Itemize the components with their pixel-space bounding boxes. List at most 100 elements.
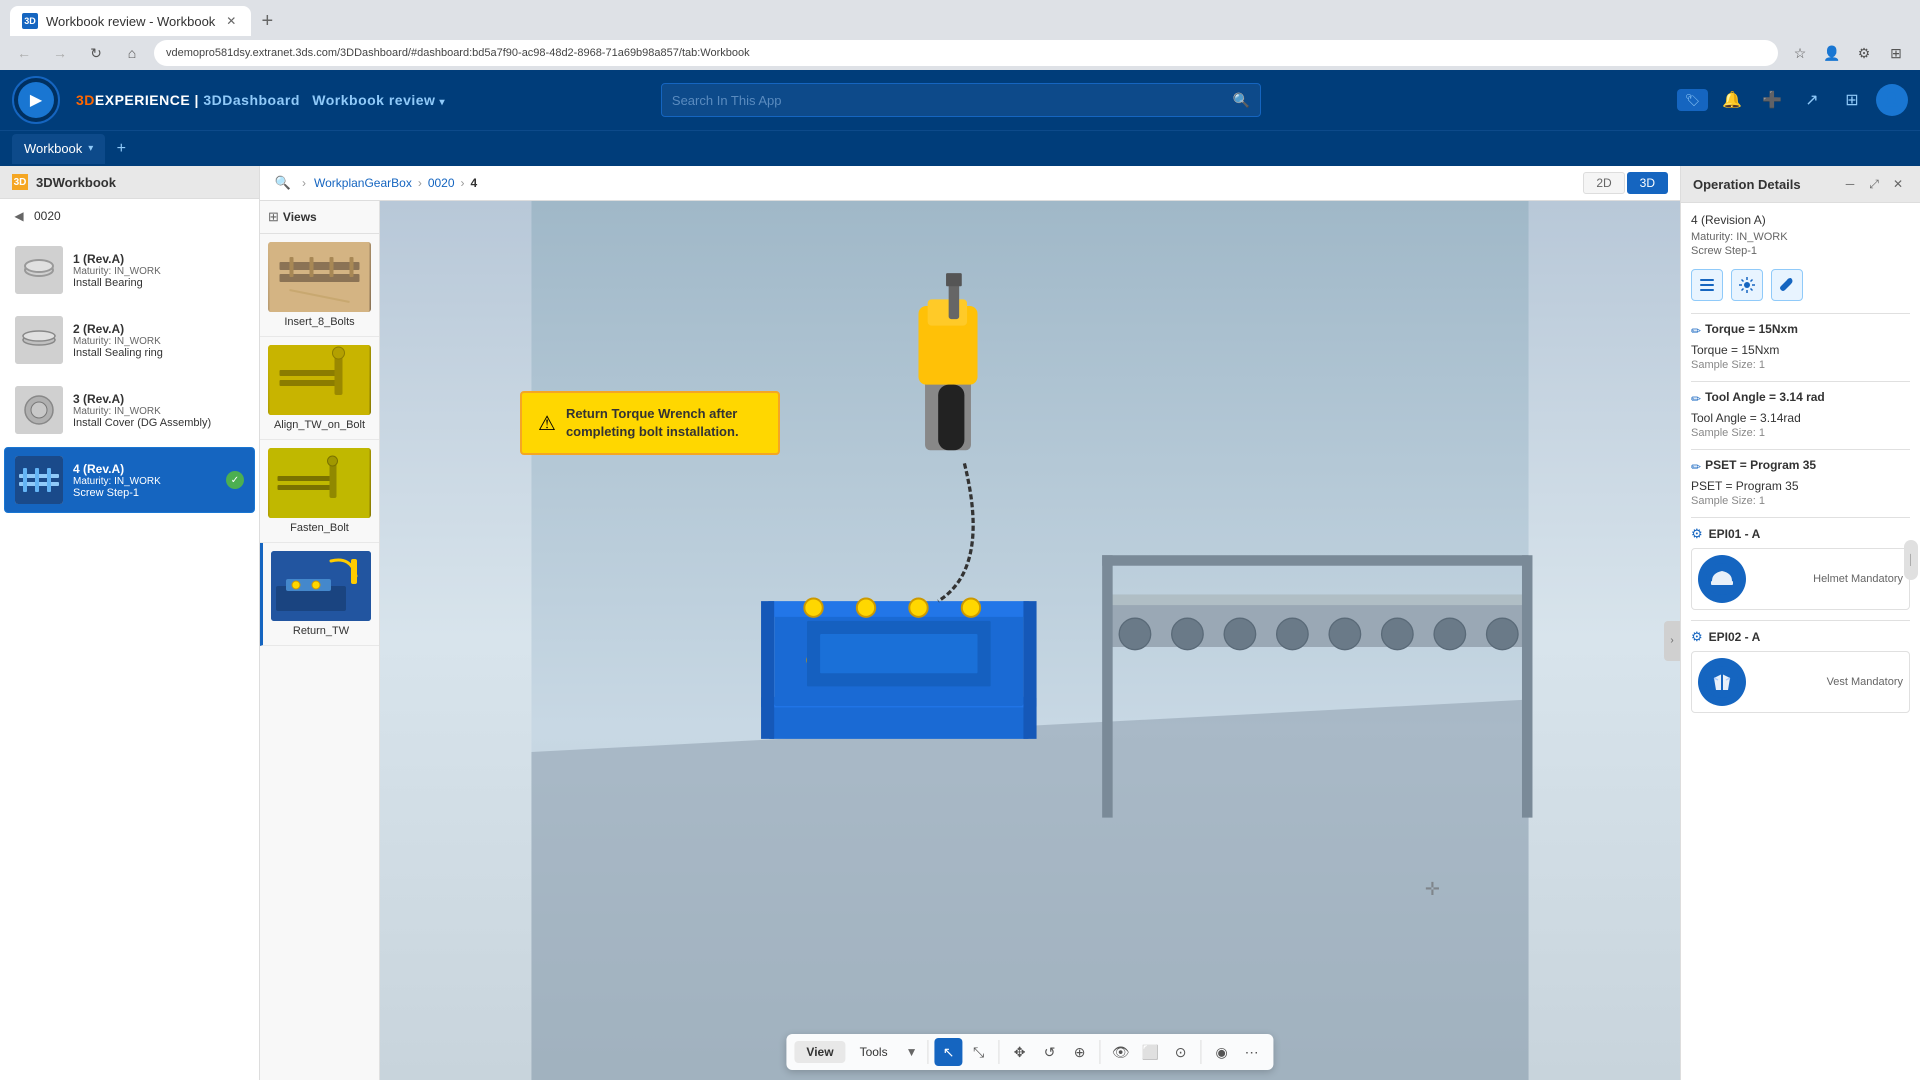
breadcrumb: WorkplanGearBox › 0020 › 4 (314, 176, 1575, 190)
breadcrumb-sep-0: › (302, 176, 306, 190)
param-tool-angle: ✏ Tool Angle = 3.14 rad Tool Angle = 3.1… (1691, 390, 1910, 439)
app-logo[interactable]: ▶ (12, 76, 60, 124)
breadcrumb-sep-1: › (418, 176, 422, 190)
brand-text: 3DEXPERIENCE | 3DDashboard Workbook revi… (76, 92, 445, 108)
toolbar-move-button[interactable]: ✥ (1006, 1038, 1034, 1066)
epi01-icon: ⚙ (1691, 526, 1703, 542)
views-grid-icon: ⊞ (268, 209, 279, 225)
tag-button[interactable]: 🏷 (1677, 89, 1708, 111)
search-input[interactable] (672, 93, 1225, 108)
url-bar[interactable]: vdemopro581dsy.extranet.3ds.com/3DDashbo… (154, 40, 1778, 66)
epi02-icon: ⚙ (1691, 629, 1703, 645)
toolbar-zoom-button[interactable]: ⊕ (1066, 1038, 1094, 1066)
add-button[interactable]: ➕ (1756, 84, 1788, 116)
step-item-4[interactable]: 4 (Rev.A) Maturity: IN_WORK Screw Step-1… (4, 447, 255, 513)
breadcrumb-0020[interactable]: 0020 (428, 176, 455, 190)
op-maturity: Maturity: IN_WORK (1691, 231, 1910, 243)
breadcrumb-workplan[interactable]: WorkplanGearBox (314, 176, 412, 190)
epi02-title: EPI02 - A (1709, 630, 1761, 644)
3d-viewport: ⚠ Return Torque Wrench after completing … (380, 201, 1680, 1080)
toolbar-more-icon[interactable]: ▼ (902, 1038, 922, 1066)
step-item-1[interactable]: 1 (Rev.A) Maturity: IN_WORK Install Bear… (4, 237, 255, 303)
expand-button[interactable]: ⤢ (1864, 174, 1884, 194)
close-panel-button[interactable]: ✕ (1888, 174, 1908, 194)
forward-button[interactable]: → (46, 39, 74, 67)
home-button[interactable]: ⌂ (118, 39, 146, 67)
extensions-button[interactable]: ⊞ (1882, 39, 1910, 67)
content-area: ⊞ Views (260, 201, 1680, 1080)
view-item-align-tw[interactable]: Align_TW_on_Bolt (260, 337, 379, 440)
view-item-insert-bolts[interactable]: Insert_8_Bolts (260, 234, 379, 337)
view-thumb-align-tw (268, 345, 371, 415)
workbook-tab[interactable]: Workbook ▾ (12, 134, 105, 164)
toolbar-cursor-button[interactable]: ↖ (935, 1038, 963, 1066)
param-angle-value: Tool Angle = 3.14rad (1691, 411, 1910, 425)
notification-button[interactable]: 🔔 (1716, 84, 1748, 116)
3d-view-button[interactable]: 3D (1627, 172, 1668, 194)
toolbar-box-button[interactable]: ⬜ (1137, 1038, 1165, 1066)
toolbar-tools-tab[interactable]: Tools (848, 1041, 900, 1063)
profile-button[interactable]: 👤 (1818, 39, 1846, 67)
toolbar-separator-1 (928, 1040, 929, 1064)
active-tab[interactable]: 3D Workbook review - Workbook ✕ (10, 6, 251, 36)
header-actions: 🏷 🔔 ➕ ↗ ⊞ 👤 (1677, 84, 1908, 116)
step-4-maturity: Maturity: IN_WORK (73, 476, 216, 487)
toolbar-eye-button[interactable]: ◉ (1208, 1038, 1236, 1066)
apps-button[interactable]: ⊞ (1836, 84, 1868, 116)
share-button[interactable]: ↗ (1796, 84, 1828, 116)
step-2-thumbnail (15, 316, 63, 364)
breadcrumb-search-icon[interactable]: 🔍 (272, 172, 294, 194)
view-name-insert-bolts: Insert_8_Bolts (268, 316, 371, 328)
step-3-thumbnail (15, 386, 63, 434)
view-toggle: 2D 3D (1583, 172, 1668, 194)
op-list-button[interactable] (1691, 269, 1723, 301)
toolbar-view3d-button[interactable]: 👁 (1107, 1038, 1135, 1066)
2d-view-button[interactable]: 2D (1583, 172, 1624, 194)
step-1-thumbnail (15, 246, 63, 294)
center-panel: 🔍 › WorkplanGearBox › 0020 › 4 2D 3D ⊞ V… (260, 166, 1680, 1080)
toolbar-separator-2 (999, 1040, 1000, 1064)
step-item-3[interactable]: 3 (Rev.A) Maturity: IN_WORK Install Cove… (4, 377, 255, 443)
minimize-button[interactable]: ─ (1840, 174, 1860, 194)
step-item-2[interactable]: 2 (Rev.A) Maturity: IN_WORK Install Seal… (4, 307, 255, 373)
toolbar-more-btn[interactable]: ⋯ (1238, 1038, 1266, 1066)
user-avatar[interactable]: 👤 (1876, 84, 1908, 116)
epi01-image (1698, 555, 1746, 603)
param-pset-sample: Sample Size: 1 (1691, 495, 1910, 507)
left-panel: 3D 3DWorkbook ◀ 0020 1 (Rev.A) Maturit (0, 166, 260, 1080)
epi02-card: Vest Mandatory (1691, 651, 1910, 713)
param-angle-header: Tool Angle = 3.14 rad (1705, 390, 1825, 404)
op-revision: 4 (Revision A) (1691, 213, 1910, 227)
settings-button[interactable]: ⚙ (1850, 39, 1878, 67)
epi02-image (1698, 658, 1746, 706)
param-torque-value: Torque = 15Nxm (1691, 343, 1910, 357)
param-torque: ✏ Torque = 15Nxm Torque = 15Nxm Sample S… (1691, 322, 1910, 371)
new-tab-button[interactable]: + (253, 7, 281, 35)
right-collapse-button[interactable]: › (1664, 621, 1680, 661)
refresh-button[interactable]: ↻ (82, 39, 110, 67)
step-3-name: 3 (Rev.A) (73, 392, 244, 406)
toolbar-joint-button[interactable]: ⤡ (965, 1038, 993, 1066)
add-tab-button[interactable]: + (109, 137, 133, 161)
toolbar-cylinder-button[interactable]: ⊙ (1167, 1038, 1195, 1066)
toolbar-view-tab[interactable]: View (794, 1041, 845, 1063)
back-button[interactable]: ← (10, 39, 38, 67)
brand-3d: 3D (76, 92, 95, 108)
right-panel-scrollbar[interactable]: │ (1904, 540, 1918, 580)
left-panel-header: 3D 3DWorkbook (0, 166, 259, 199)
workbook-tab-chevron: ▾ (88, 143, 93, 154)
step-1-info: 1 (Rev.A) Maturity: IN_WORK Install Bear… (73, 252, 244, 289)
op-step: Screw Step-1 (1691, 245, 1910, 257)
nav-prev-button[interactable]: ◀ (8, 205, 30, 227)
tab-close-button[interactable]: ✕ (223, 13, 239, 29)
param-divider-0 (1691, 313, 1910, 314)
panel-icon: 3D (12, 174, 28, 190)
step-2-label: Install Sealing ring (73, 347, 244, 359)
toolbar-rotate-button[interactable]: ↺ (1036, 1038, 1064, 1066)
epi01-card: Helmet Mandatory (1691, 548, 1910, 610)
op-wrench-button[interactable] (1771, 269, 1803, 301)
op-settings-button[interactable] (1731, 269, 1763, 301)
view-item-return-tw[interactable]: Return_TW (260, 543, 379, 646)
bookmark-button[interactable]: ☆ (1786, 39, 1814, 67)
view-item-fasten-bolt[interactable]: Fasten_Bolt (260, 440, 379, 543)
